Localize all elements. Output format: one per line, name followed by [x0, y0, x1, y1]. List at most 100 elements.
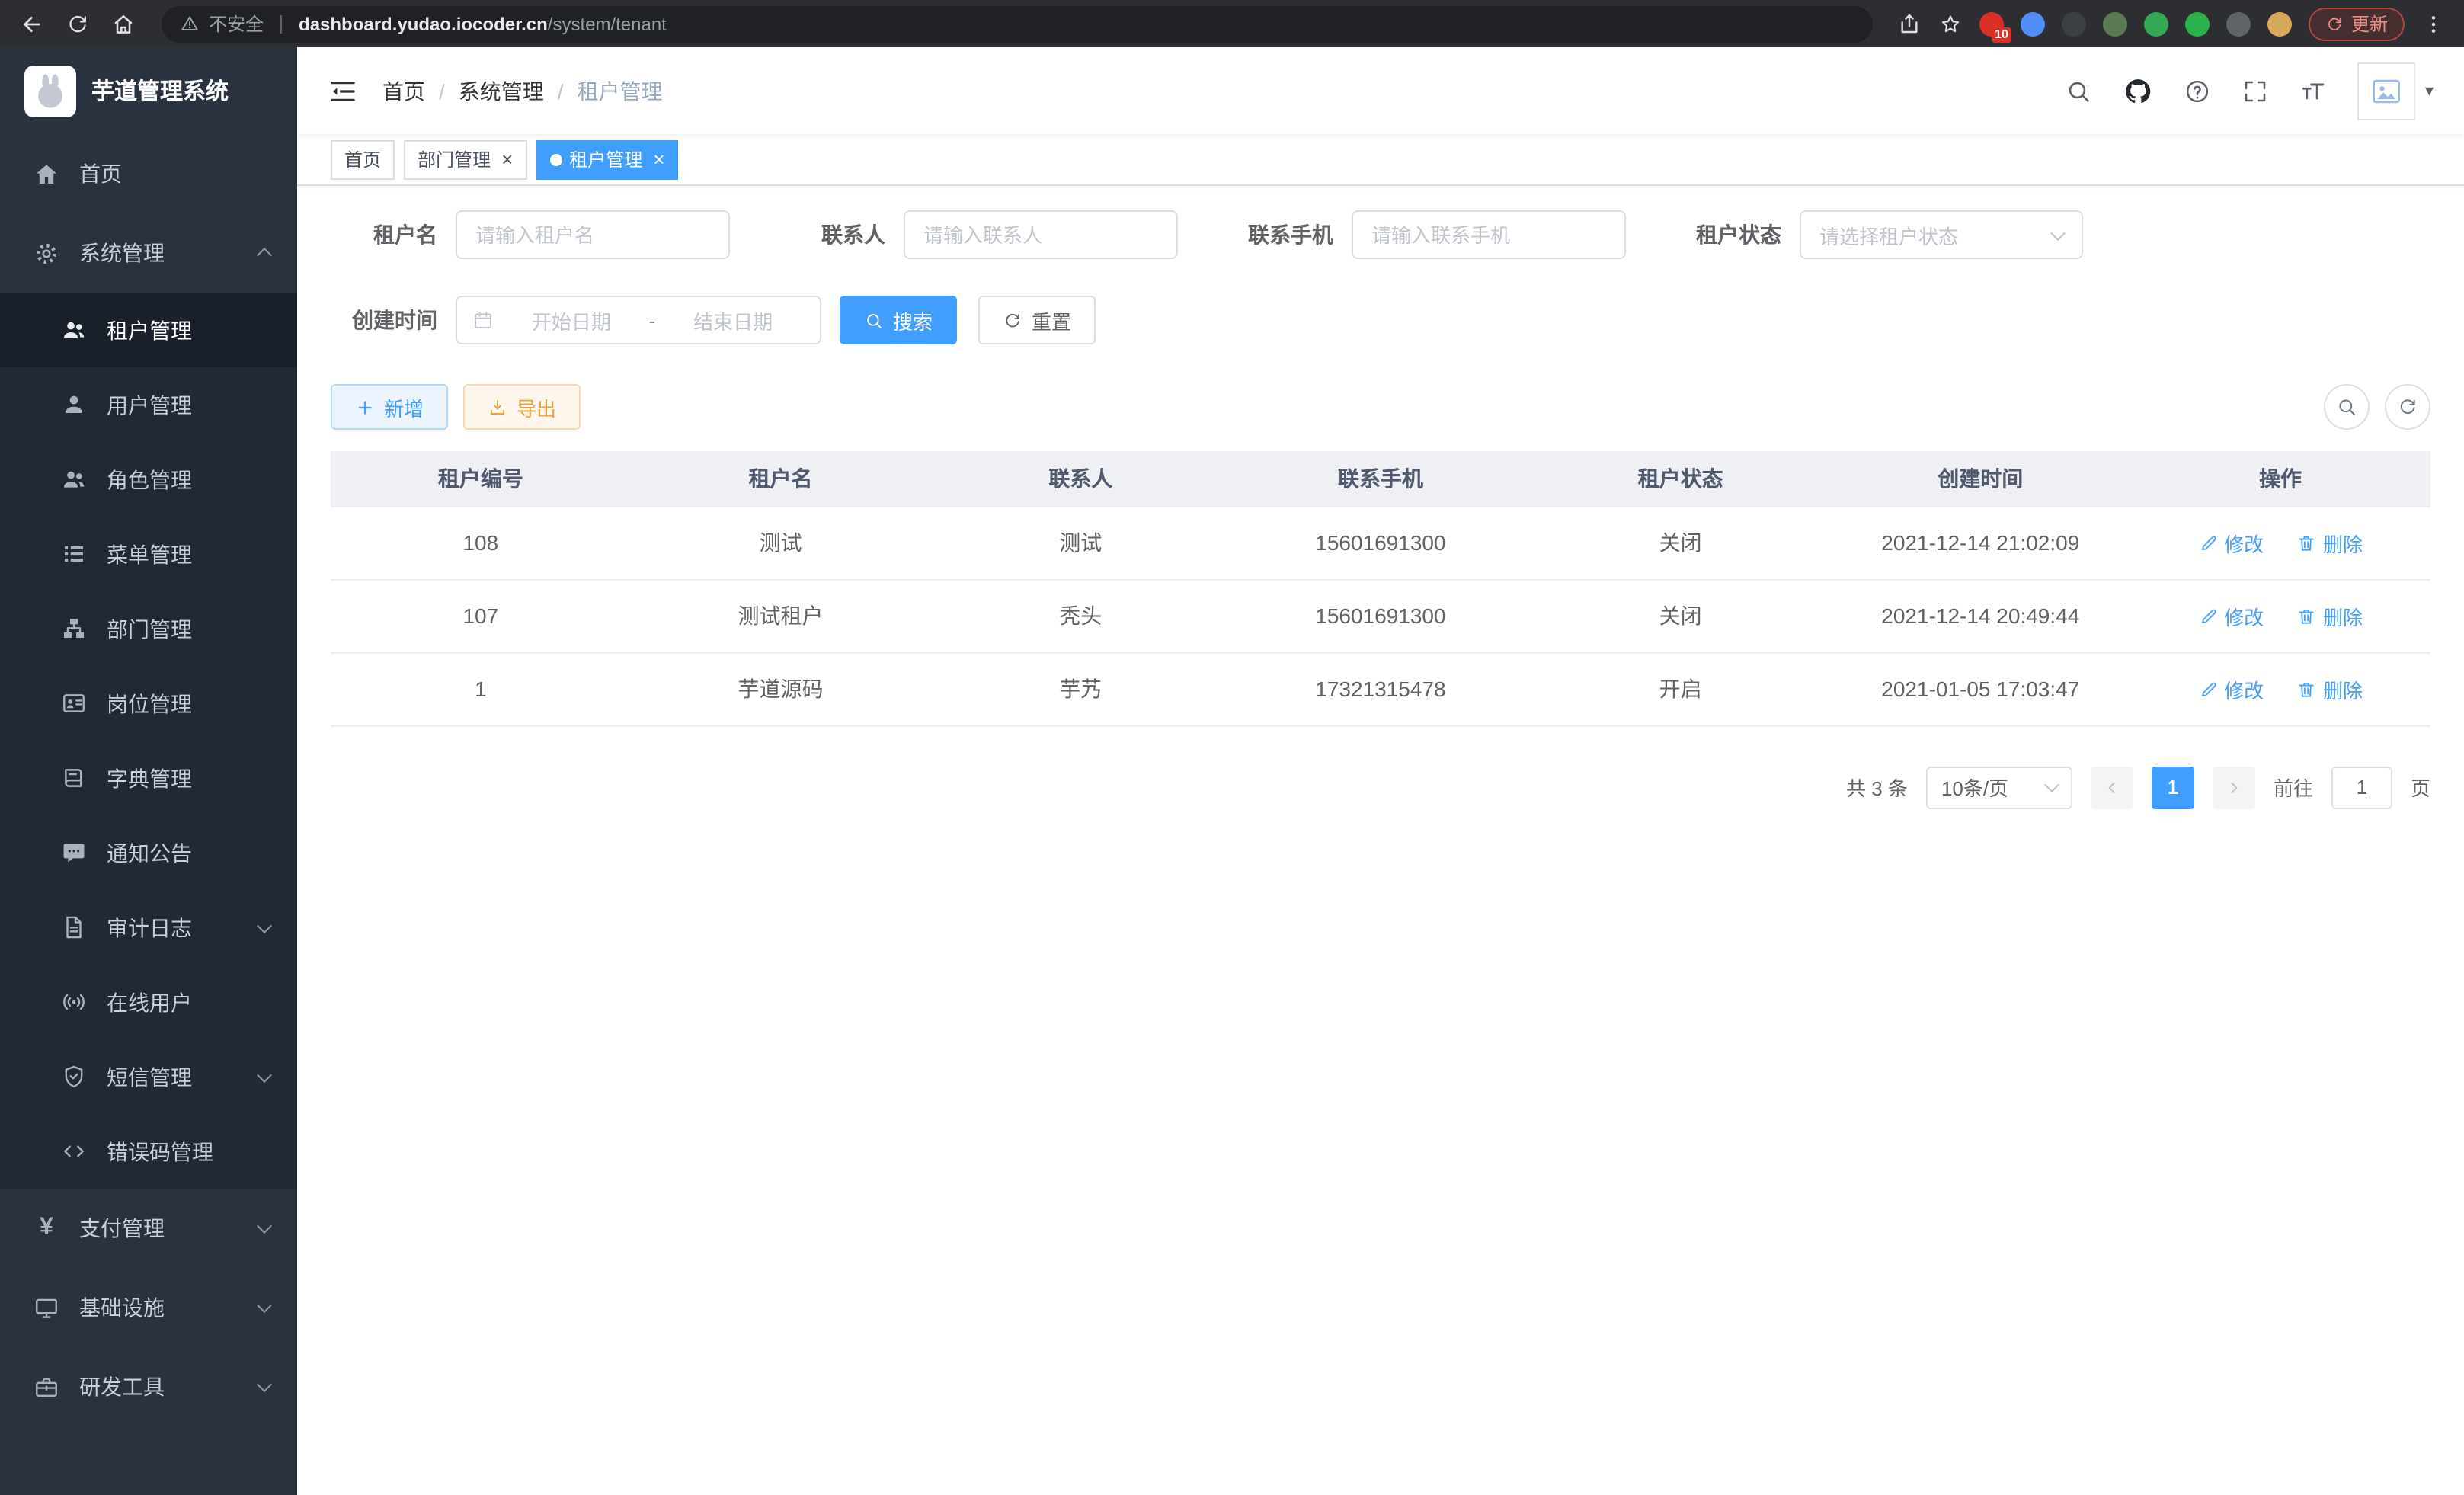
sidebar-item-home[interactable]: 首页: [0, 134, 297, 213]
tenant-table: 租户编号 租户名 联系人 联系手机 租户状态 创建时间 操作 108 测试 测试: [331, 451, 2430, 726]
help-icon[interactable]: [2184, 77, 2212, 104]
delete-link[interactable]: 删除: [2297, 528, 2363, 557]
chevron-down-icon: [257, 1067, 272, 1082]
calendar-icon: [472, 309, 494, 331]
sidebar-item-label: 通知公告: [107, 837, 192, 868]
download-icon: [488, 397, 507, 417]
filter-tenant-name: 租户名: [331, 210, 730, 259]
close-icon[interactable]: ×: [653, 149, 664, 169]
phone-input[interactable]: [1352, 210, 1626, 259]
main-area: 首页 / 系统管理 / 租户管理 ▾ 首页: [297, 47, 2464, 1495]
sidebar-item-post[interactable]: 岗位管理: [0, 666, 297, 741]
sidebar-item-dict[interactable]: 字典管理: [0, 741, 297, 815]
cell-contact: 秃头: [930, 579, 1230, 652]
page-size-select[interactable]: 10条/页: [1926, 766, 2072, 808]
search-button[interactable]: 搜索: [840, 296, 957, 344]
sidebar-item-online-user[interactable]: 在线用户: [0, 965, 297, 1039]
sidebar-item-error-code[interactable]: 错误码管理: [0, 1114, 297, 1189]
goto-page-input[interactable]: [2331, 766, 2392, 808]
tenant-name-input[interactable]: [456, 210, 730, 259]
sidebar-item-audit-log[interactable]: 审计日志: [0, 890, 297, 965]
user-avatar-menu[interactable]: ▾: [2358, 62, 2434, 120]
tab-tenant[interactable]: 租户管理 ×: [536, 139, 678, 179]
page-size-label: 10条/页: [1941, 773, 2008, 802]
sidebar-item-dept[interactable]: 部门管理: [0, 591, 297, 666]
sidebar-item-menu[interactable]: 菜单管理: [0, 517, 297, 591]
edit-link[interactable]: 修改: [2198, 601, 2264, 630]
edit-link[interactable]: 修改: [2198, 528, 2264, 557]
sidebar-item-notice[interactable]: 通知公告: [0, 815, 297, 890]
caret-down-icon: ▾: [2425, 81, 2434, 101]
delete-link[interactable]: 删除: [2297, 601, 2363, 630]
book-icon: [61, 765, 87, 791]
status-select[interactable]: 请选择租户状态: [1800, 210, 2083, 259]
contact-input[interactable]: [904, 210, 1178, 259]
reset-button[interactable]: 重置: [978, 296, 1096, 344]
pencil-icon: [2198, 679, 2218, 699]
breadcrumb-system[interactable]: 系统管理: [459, 75, 544, 106]
user-icon: [61, 392, 87, 418]
extension-icon[interactable]: [2226, 11, 2251, 36]
cell-created: 2021-12-14 20:49:44: [1830, 579, 2130, 652]
list-icon: [61, 541, 87, 567]
extension-icon[interactable]: [2062, 11, 2086, 36]
cell-phone: 17321315478: [1230, 652, 1531, 725]
export-button[interactable]: 导出: [463, 384, 581, 430]
close-icon[interactable]: ×: [501, 149, 513, 169]
breadcrumb-separator: /: [558, 78, 564, 103]
fullscreen-icon[interactable]: [2242, 77, 2270, 104]
next-page-button[interactable]: [2213, 766, 2255, 808]
toggle-search-button[interactable]: [2324, 384, 2370, 430]
document-icon: [61, 914, 87, 940]
edit-link[interactable]: 修改: [2198, 674, 2264, 703]
font-size-icon[interactable]: [2300, 77, 2328, 104]
sidebar-item-label: 短信管理: [107, 1061, 192, 1092]
tab-home[interactable]: 首页: [331, 139, 395, 179]
browser-home-icon[interactable]: [104, 5, 143, 42]
logo[interactable]: 芋道管理系统: [0, 47, 297, 134]
sidebar-item-label: 字典管理: [107, 763, 192, 793]
extension-icon[interactable]: 10: [1979, 11, 2004, 36]
sidebar-fold-icon[interactable]: [328, 75, 358, 106]
search-icon[interactable]: [2066, 77, 2093, 104]
bookmark-star-icon[interactable]: [1938, 11, 1963, 36]
users-icon: [61, 317, 87, 343]
share-icon[interactable]: [1897, 11, 1922, 36]
extension-icon[interactable]: [2144, 11, 2168, 36]
tab-dept[interactable]: 部门管理 ×: [404, 139, 526, 179]
trash-icon: [2297, 606, 2317, 626]
date-range-picker[interactable]: 开始日期 - 结束日期: [456, 296, 821, 344]
prev-page-button[interactable]: [2091, 766, 2133, 808]
browser-update-button[interactable]: 更新: [2309, 7, 2405, 40]
sidebar-item-system[interactable]: 系统管理: [0, 213, 297, 293]
filter-status: 租户状态 请选择租户状态: [1675, 210, 2083, 259]
delete-link[interactable]: 删除: [2297, 674, 2363, 703]
sidebar-item-label: 菜单管理: [107, 539, 192, 569]
add-button[interactable]: 新增: [331, 384, 448, 430]
github-icon[interactable]: [2123, 75, 2154, 106]
address-bar[interactable]: 不安全 dashboard.yudao.iocoder.cn/system/te…: [162, 5, 1873, 42]
sidebar-item-role[interactable]: 角色管理: [0, 442, 297, 517]
browser-menu-icon[interactable]: [2421, 11, 2446, 36]
page-number-1[interactable]: 1: [2152, 766, 2194, 808]
extension-badge: 10: [1992, 27, 2011, 42]
sidebar-item-user[interactable]: 用户管理: [0, 367, 297, 442]
browser-back-icon[interactable]: [12, 5, 52, 42]
delete-label: 删除: [2323, 674, 2363, 703]
add-button-label: 新增: [384, 392, 424, 421]
extension-icon[interactable]: [2185, 11, 2210, 36]
extension-icon[interactable]: [2267, 11, 2292, 36]
cell-status: 开启: [1531, 652, 1831, 725]
sidebar-item-infrastructure[interactable]: 基础设施: [0, 1268, 297, 1347]
extension-icon[interactable]: [2021, 11, 2045, 36]
sidebar-item-sms[interactable]: 短信管理: [0, 1039, 297, 1114]
breadcrumb-home[interactable]: 首页: [382, 75, 425, 106]
sidebar-item-label: 租户管理: [107, 315, 192, 345]
browser-refresh-icon[interactable]: [58, 5, 98, 42]
rabbit-logo-icon: [29, 69, 72, 112]
sidebar-item-tenant[interactable]: 租户管理: [0, 293, 297, 367]
refresh-table-button[interactable]: [2385, 384, 2430, 430]
sidebar-item-dev-tools[interactable]: 研发工具: [0, 1347, 297, 1426]
extension-icon[interactable]: [2103, 11, 2127, 36]
sidebar-item-payment[interactable]: ¥ 支付管理: [0, 1189, 297, 1268]
